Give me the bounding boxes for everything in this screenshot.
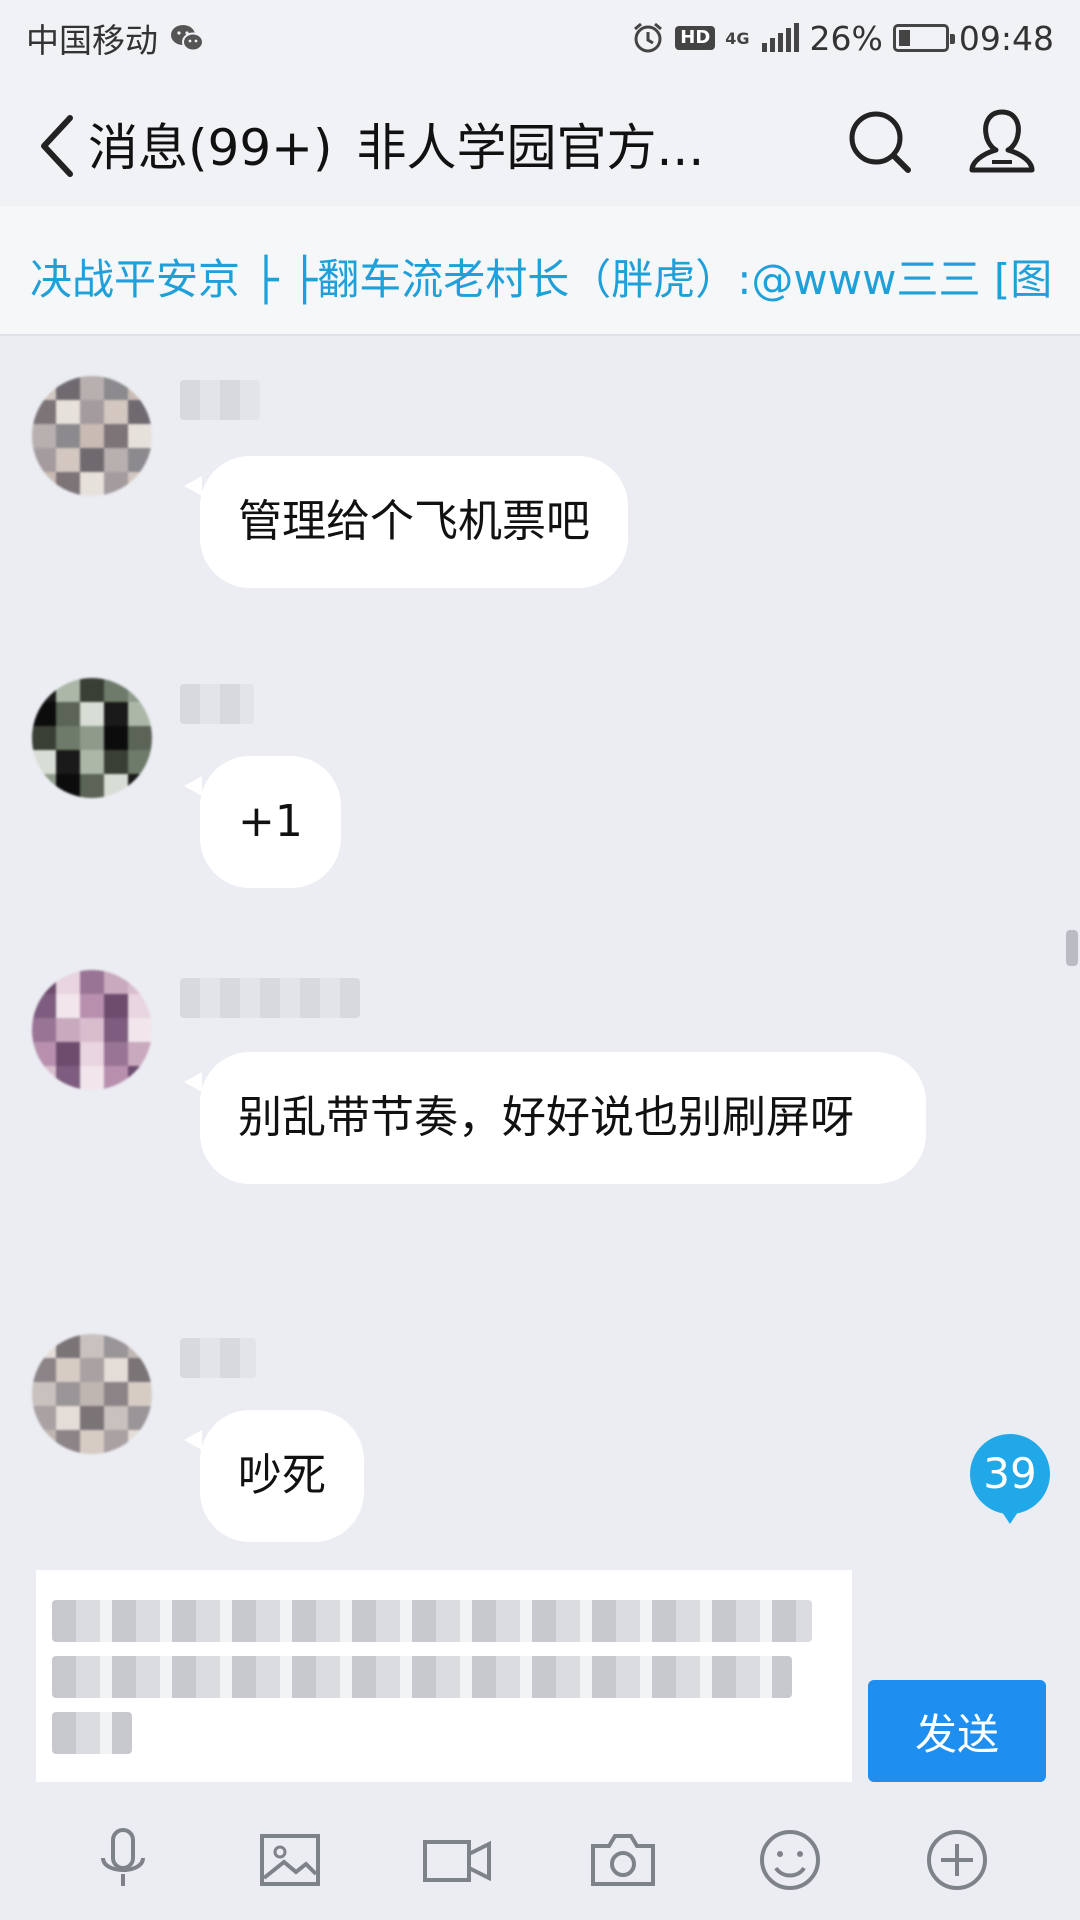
plus-icon[interactable] (917, 1820, 997, 1900)
message-input[interactable] (36, 1570, 852, 1782)
status-bar: 中国移动 HD 4G 26% 09:48 (0, 0, 1080, 76)
avatar[interactable] (32, 678, 152, 798)
notice-text: 决战平安京 ├ ├翻车流老村长（胖虎）:@www三三 [图 (30, 255, 1053, 304)
camera-icon[interactable] (583, 1820, 663, 1900)
input-toolbar (0, 1800, 1080, 1920)
search-icon[interactable] (840, 102, 920, 182)
send-button[interactable]: 发送 (868, 1680, 1046, 1782)
sender-name (180, 684, 254, 724)
signal-icon (761, 23, 799, 52)
carrier-label: 中国移动 (26, 21, 158, 60)
group-name: 非人学园官方... (356, 119, 705, 177)
video-icon[interactable] (417, 1820, 497, 1900)
group-notice-banner[interactable]: 决战平安京 ├ ├翻车流老村长（胖虎）:@www三三 [图 (0, 206, 1080, 336)
clock: 09:48 (958, 18, 1054, 58)
wechat-icon (171, 25, 204, 52)
sender-name (180, 380, 260, 420)
battery-percent: 26% (809, 18, 883, 58)
group-members-icon[interactable] (962, 102, 1042, 182)
message-bubble[interactable]: 管理给个飞机票吧 (184, 456, 628, 588)
scrollbar[interactable] (1066, 930, 1078, 966)
message-text: 管理给个飞机票吧 (238, 496, 590, 547)
blurred-draft-line (52, 1712, 132, 1754)
avatar[interactable] (32, 1334, 152, 1454)
chat-header: 消息(99+) 非人学园官方... (0, 76, 1080, 206)
blurred-draft-line (52, 1600, 812, 1642)
message-bubble[interactable]: +1 (184, 756, 341, 888)
page-title[interactable]: 消息(99+) 非人学园官方... (88, 108, 704, 180)
avatar[interactable] (32, 376, 152, 496)
image-icon[interactable] (250, 1820, 330, 1900)
message-text: 别乱带节奏，好好说也别刷屏呀 (238, 1092, 854, 1143)
microphone-icon[interactable] (83, 1820, 163, 1900)
back-arrow-icon[interactable] (28, 106, 88, 186)
message-bubble[interactable]: 吵死 (184, 1410, 364, 1542)
hd-badge: HD (675, 26, 716, 50)
alarm-icon (634, 22, 663, 53)
message-bubble[interactable]: 别乱带节奏，好好说也别刷屏呀 (184, 1052, 926, 1184)
back-label[interactable]: 消息(99+) (88, 119, 333, 177)
emoji-icon[interactable] (750, 1820, 830, 1900)
unread-count-badge[interactable]: 39 (970, 1434, 1050, 1524)
avatar[interactable] (32, 970, 152, 1090)
network-label: 4G (725, 28, 750, 48)
sender-name (180, 1338, 256, 1378)
battery-icon (892, 24, 955, 52)
sender-name (180, 978, 360, 1018)
status-right: HD 4G 26% 09:48 (631, 19, 1054, 58)
message-text: +1 (238, 796, 303, 847)
message-text: 吵死 (238, 1450, 326, 1501)
status-left: 中国移动 (26, 14, 204, 62)
blurred-draft-line (52, 1656, 792, 1698)
